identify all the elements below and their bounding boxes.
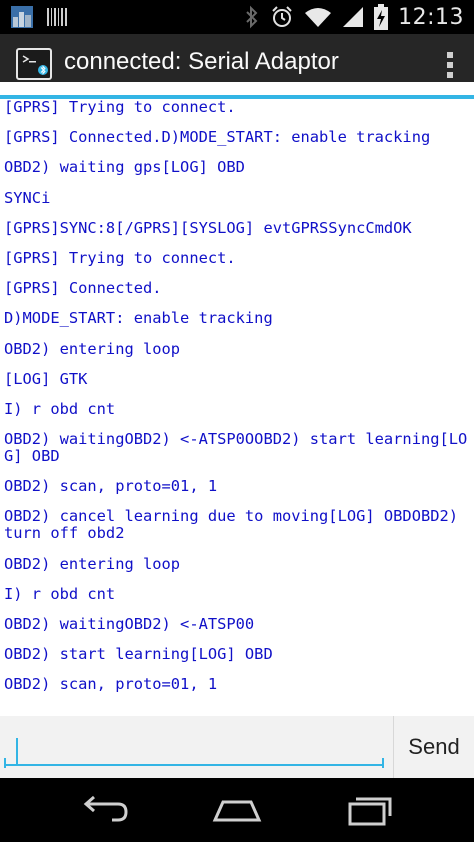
page-title: connected: Serial Adaptor <box>64 48 339 75</box>
terminal-line: [GPRS] Connected.D)MODE_START: enable tr… <box>4 128 431 147</box>
wifi-icon <box>304 6 332 28</box>
terminal-line: OBD2) scan, proto=01, 1 <box>4 675 218 694</box>
terminal-line: OBD2) entering loop <box>4 554 181 573</box>
terminal-line: [GPRS] Trying to connect. <box>4 248 236 267</box>
action-bar-divider <box>0 95 474 99</box>
terminal-line: OBD2) entering loop <box>4 339 181 358</box>
recent-apps-icon[interactable] <box>340 792 400 828</box>
barcode-icon <box>46 6 68 28</box>
command-input[interactable] <box>4 726 384 766</box>
terminal-line: OBD2) waitingOBD2) <-ATSP0OOBD2) start l… <box>4 430 468 466</box>
battery-charging-icon <box>374 4 389 30</box>
home-icon[interactable] <box>207 792 267 828</box>
back-icon[interactable] <box>74 792 134 828</box>
terminal-output[interactable]: [GPRS] Trying to connect. [GPRS] Connecte… <box>0 82 474 716</box>
terminal-line: I) r obd cnt <box>4 584 116 603</box>
clipped-line <box>4 82 470 90</box>
text-cursor <box>16 738 18 764</box>
bluetooth-icon <box>244 5 260 29</box>
terminal-line: I) r obd cnt <box>4 399 116 418</box>
alarm-icon <box>270 5 294 29</box>
navigation-bar <box>0 778 474 842</box>
terminal-line: [LOG] GTK <box>4 369 88 388</box>
terminal-line: OBD2) start learning[LOG] OBD <box>4 645 273 664</box>
terminal-bluetooth-icon[interactable] <box>16 48 52 80</box>
send-button[interactable]: Send <box>393 716 474 778</box>
terminal-line: D)MODE_START: enable tracking <box>4 309 273 328</box>
status-time: 12:13 <box>398 4 464 30</box>
input-area: Send <box>0 716 474 778</box>
terminal-line: OBD2) waitingOBD2) <-ATSP00 <box>4 615 255 633</box>
terminal-line: [GPRS] Trying to connect. <box>4 98 236 116</box>
field-edge-right <box>382 758 384 768</box>
terminal-line: OBD2) waiting gps[LOG] OBD <box>4 158 245 177</box>
status-bar: 12:13 <box>0 0 474 34</box>
terminal-line: OBD2) cancel learning due to moving[LOG]… <box>4 507 468 543</box>
field-edge-left <box>4 758 6 768</box>
gallery-icon <box>10 5 34 29</box>
terminal-line: OBD2) scan, proto=01, 1 <box>4 477 218 496</box>
overflow-menu-icon[interactable] <box>444 50 456 80</box>
terminal-line: [GPRS] Connected. <box>4 279 162 298</box>
terminal-lines: [GPRS] Trying to connect. [GPRS] Connecte… <box>4 82 470 707</box>
signal-icon <box>342 6 364 28</box>
terminal-line: [GPRS]SYNC:8[/GPRS][SYSLOG] evtGPRSSyncC… <box>4 218 412 237</box>
terminal-line: SYNCi <box>4 188 51 207</box>
